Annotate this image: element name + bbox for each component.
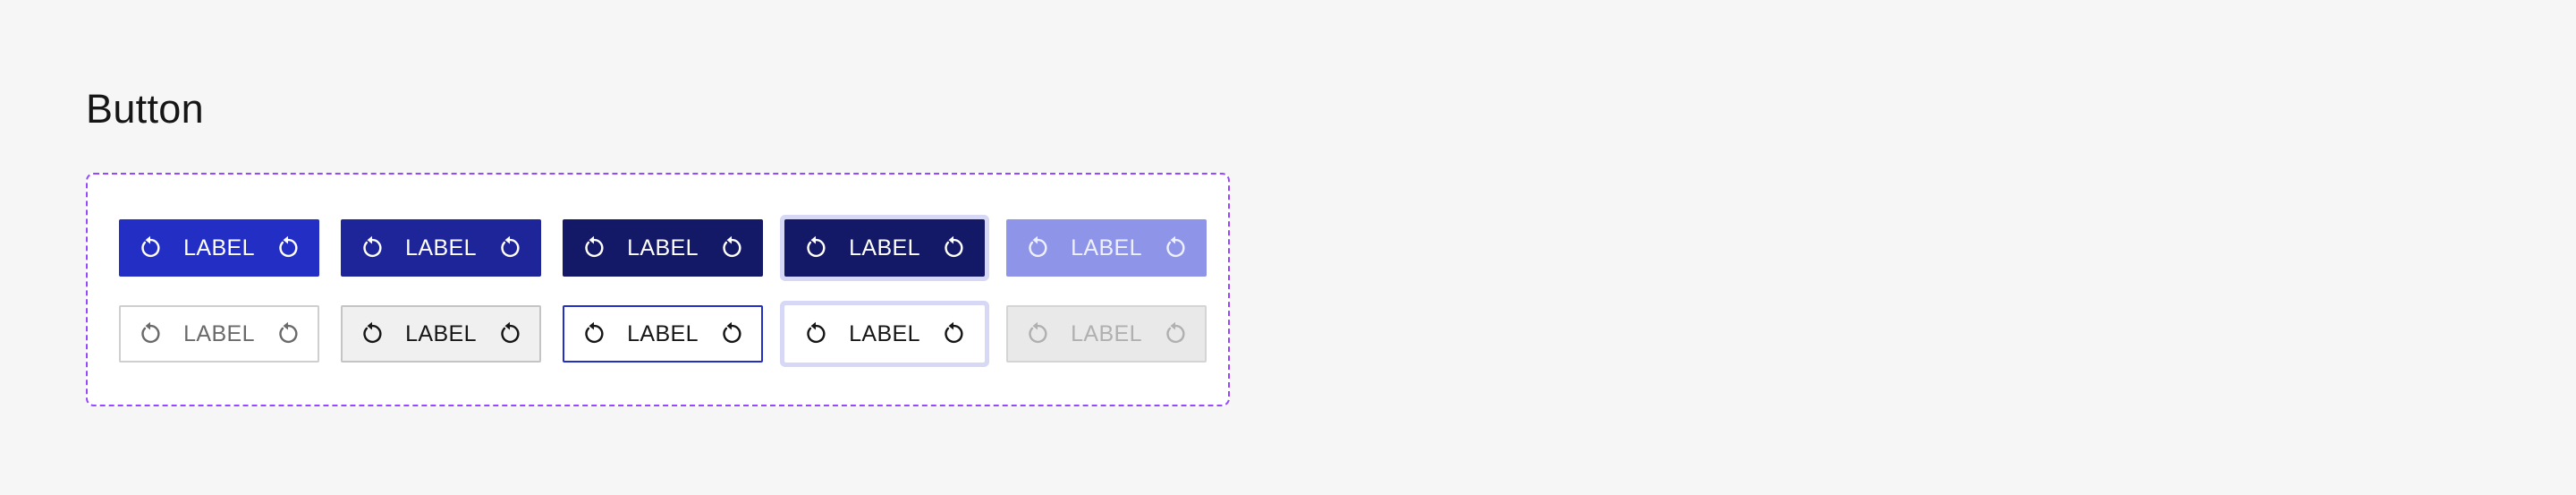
secondary-button-pressed[interactable]: LABEL: [563, 305, 763, 363]
reset-icon: [279, 321, 298, 344]
reset-icon: [1166, 321, 1185, 344]
button-showcase-frame: LABEL LABEL LABEL LABEL LABEL LABEL LABE…: [86, 173, 1230, 406]
reset-icon: [501, 321, 520, 344]
reset-icon: [279, 235, 298, 258]
secondary-button-hover[interactable]: LABEL: [341, 305, 541, 363]
reset-icon: [141, 235, 160, 258]
primary-button-hover[interactable]: LABEL: [341, 219, 541, 277]
button-label: LABEL: [849, 235, 920, 260]
page-title: Button: [86, 86, 204, 132]
button-label: LABEL: [1071, 235, 1142, 260]
reset-icon: [807, 235, 826, 258]
button-label: LABEL: [183, 321, 255, 346]
button-label: LABEL: [627, 235, 699, 260]
secondary-button-focus[interactable]: LABEL: [784, 305, 985, 363]
reset-icon: [945, 321, 963, 344]
primary-button-default[interactable]: LABEL: [119, 219, 319, 277]
reset-icon: [585, 235, 604, 258]
reset-icon: [501, 235, 520, 258]
primary-button-pressed[interactable]: LABEL: [563, 219, 763, 277]
reset-icon: [585, 321, 604, 344]
button-label: LABEL: [405, 321, 477, 346]
button-label: LABEL: [1071, 321, 1142, 346]
reset-icon: [723, 321, 741, 344]
primary-button-focus[interactable]: LABEL: [784, 219, 985, 277]
reset-icon: [945, 235, 963, 258]
button-label: LABEL: [405, 235, 477, 260]
primary-button-disabled: LABEL: [1006, 219, 1207, 277]
button-label: LABEL: [849, 321, 920, 346]
reset-icon: [1029, 321, 1047, 344]
button-label: LABEL: [183, 235, 255, 260]
button-label: LABEL: [627, 321, 699, 346]
reset-icon: [723, 235, 741, 258]
secondary-button-default[interactable]: LABEL: [119, 305, 319, 363]
reset-icon: [1029, 235, 1047, 258]
reset-icon: [363, 321, 382, 344]
reset-icon: [807, 321, 826, 344]
reset-icon: [141, 321, 160, 344]
reset-icon: [1166, 235, 1185, 258]
secondary-button-disabled: LABEL: [1006, 305, 1207, 363]
reset-icon: [363, 235, 382, 258]
